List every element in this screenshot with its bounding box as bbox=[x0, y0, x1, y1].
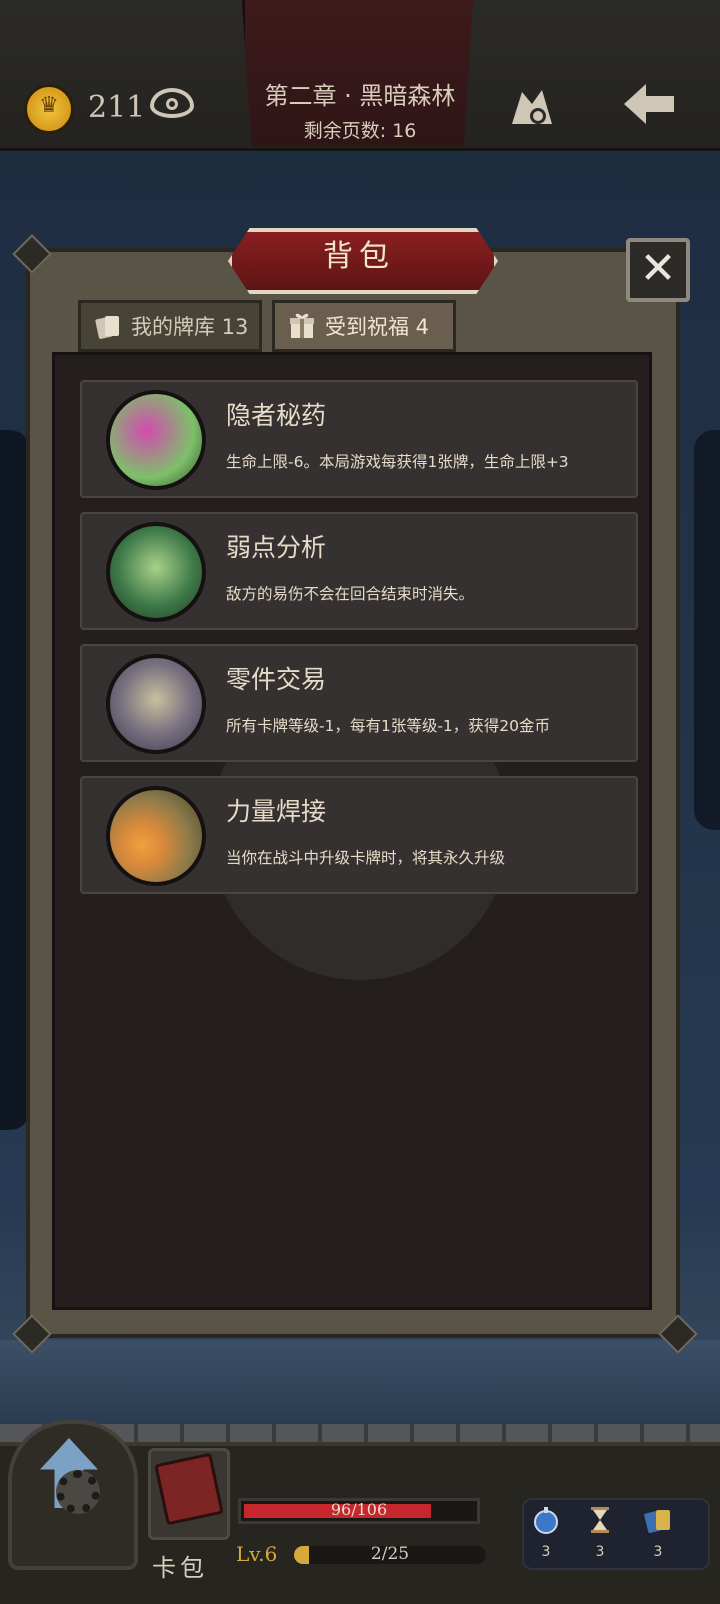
blessing-portrait bbox=[106, 786, 206, 886]
blessing-name: 力量焊接 bbox=[226, 797, 327, 826]
level-text: Lv.6 bbox=[236, 1542, 278, 1566]
hourglass-icon bbox=[591, 1507, 609, 1533]
blessing-card[interactable]: 隐者秘药 生命上限-6。本局游戏每获得1张牌，生命上限+3 bbox=[80, 380, 638, 498]
item-hourglass[interactable]: 3 bbox=[580, 1506, 620, 1566]
blessing-portrait bbox=[106, 522, 206, 622]
tab-label: 我的牌库 13 bbox=[131, 315, 249, 339]
tab-my-deck[interactable]: 我的牌库 13 bbox=[78, 300, 262, 352]
gear-icon bbox=[56, 1470, 100, 1514]
panel-title: 背包 bbox=[323, 239, 395, 274]
blessing-desc: 敌方的易伤不会在回合结束时消失。 bbox=[226, 585, 475, 603]
blessing-desc: 当你在战斗中升级卡牌时，将其永久升级 bbox=[226, 849, 506, 867]
tree-silhouette bbox=[694, 430, 720, 830]
book-icon bbox=[154, 1452, 224, 1526]
blessing-desc: 所有卡牌等级-1，每有1张等级-1，获得20金币 bbox=[226, 717, 550, 735]
item-count: 3 bbox=[541, 1544, 551, 1560]
blessing-card[interactable]: 弱点分析 敌方的易伤不会在回合结束时消失。 bbox=[80, 512, 638, 630]
back-arrow-icon[interactable] bbox=[622, 80, 676, 128]
item-potion[interactable]: 3 bbox=[526, 1506, 566, 1566]
xp-text: 2/25 bbox=[370, 1544, 410, 1564]
chapter-title: 第二章 · 黑暗森林 bbox=[264, 82, 456, 110]
blessing-portrait bbox=[106, 390, 206, 490]
item-cards[interactable]: 3 bbox=[638, 1506, 678, 1566]
blessing-name: 隐者秘药 bbox=[226, 401, 327, 430]
blessing-name: 弱点分析 bbox=[226, 533, 327, 562]
pages-remaining: 剩余页数: 16 bbox=[303, 120, 417, 142]
item-count: 3 bbox=[653, 1544, 663, 1560]
snow-ground bbox=[0, 1340, 720, 1430]
blessing-card[interactable]: 零件交易 所有卡牌等级-1，每有1张等级-1，获得20金币 bbox=[80, 644, 638, 762]
tab-label: 受到祝福 4 bbox=[325, 315, 430, 339]
card-deck-icon[interactable] bbox=[508, 84, 556, 128]
potion-icon bbox=[534, 1507, 558, 1534]
cardpack-label: 卡包 bbox=[152, 1554, 208, 1582]
close-button[interactable]: ✕ bbox=[626, 238, 690, 302]
blessing-desc: 生命上限-6。本局游戏每获得1张牌，生命上限+3 bbox=[226, 453, 569, 471]
tab-blessings[interactable]: 受到祝福 4 bbox=[272, 300, 456, 352]
blessing-card[interactable]: 力量焊接 当你在战斗中升级卡牌时，将其永久升级 bbox=[80, 776, 638, 894]
blessing-name: 零件交易 bbox=[226, 665, 327, 694]
blessing-portrait bbox=[106, 654, 206, 754]
hp-text: 96/106 bbox=[330, 1500, 388, 1519]
gift-icon bbox=[290, 313, 314, 338]
item-count: 3 bbox=[595, 1544, 605, 1560]
cards-icon bbox=[95, 316, 119, 339]
cards-icon bbox=[644, 1510, 670, 1533]
